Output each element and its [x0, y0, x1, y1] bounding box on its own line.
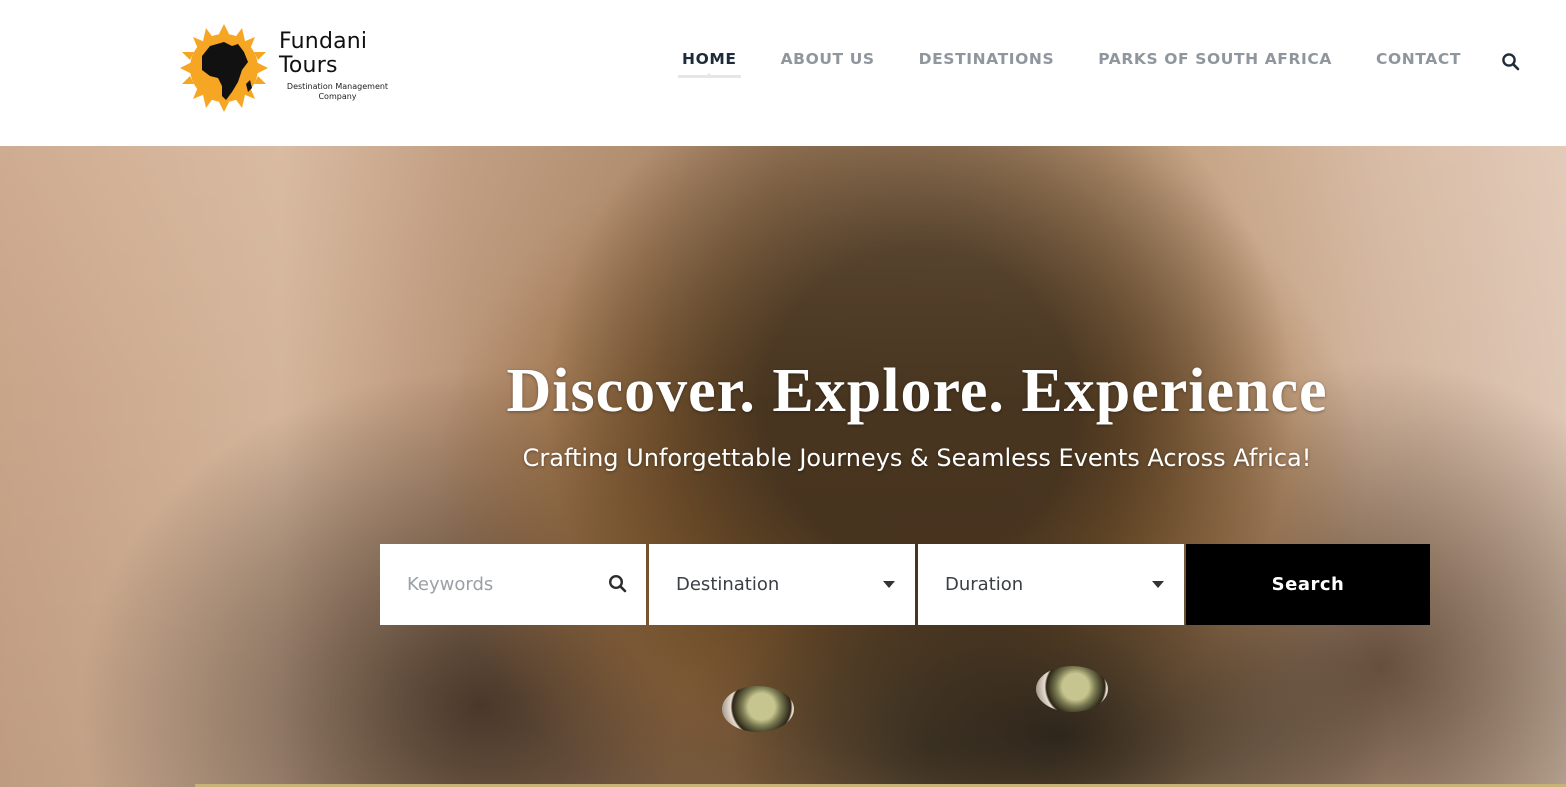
- duration-select[interactable]: Duration: [918, 544, 1184, 625]
- brand-tagline: Destination Management Company: [286, 82, 389, 101]
- lion-left-eye: [722, 686, 794, 732]
- lion-right-eye: [1036, 666, 1108, 712]
- hero-subtitle: Crafting Unforgettable Journeys & Seamle…: [522, 444, 1312, 472]
- duration-select-value: Duration: [945, 574, 1024, 595]
- nav-item-destinations[interactable]: DESTINATIONS: [919, 46, 1055, 80]
- site-header: Fundani Tours Destination Management Com…: [0, 0, 1566, 146]
- nav-item-home[interactable]: HOME: [678, 46, 741, 80]
- keywords-field[interactable]: Keywords: [380, 544, 646, 625]
- destination-select-value: Destination: [676, 574, 780, 595]
- destination-select[interactable]: Destination: [649, 544, 915, 625]
- main-nav: HOME ABOUT US DESTINATIONS PARKS OF SOUT…: [660, 46, 1483, 86]
- chevron-down-icon: [883, 581, 895, 588]
- africa-sun-logo-icon: [180, 24, 268, 112]
- brand-name-line1: Fundani: [279, 29, 368, 54]
- hero-title: Discover. Explore. Experience: [506, 357, 1328, 425]
- search-icon: [608, 574, 627, 593]
- search-button[interactable]: Search: [1186, 544, 1430, 625]
- keywords-placeholder[interactable]: Keywords: [407, 574, 493, 595]
- site-logo[interactable]: Fundani Tours Destination Management Com…: [172, 22, 397, 114]
- nav-item-parks-of-south-africa[interactable]: PARKS OF SOUTH AFRICA: [1098, 46, 1332, 80]
- search-icon[interactable]: [1501, 52, 1521, 72]
- hero-banner: Discover. Explore. Experience Crafting U…: [0, 146, 1566, 787]
- brand-name-line2: Tours: [279, 53, 338, 78]
- nav-item-about-us[interactable]: ABOUT US: [781, 46, 875, 80]
- tour-search-form: Keywords Destination Duration Search: [380, 544, 1430, 625]
- chevron-down-icon: [1152, 581, 1164, 588]
- brand-name: Fundani Tours: [279, 30, 367, 78]
- nav-item-contact[interactable]: CONTACT: [1376, 46, 1461, 80]
